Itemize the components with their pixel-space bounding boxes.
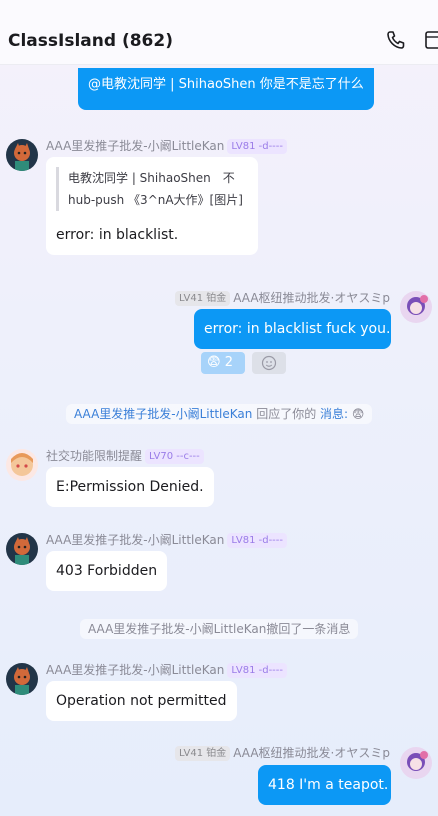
sender-name[interactable]: AAA里发推子批发-小阚LittleKan xyxy=(46,139,224,153)
message-text: error: in blacklist. xyxy=(56,227,179,243)
level-badge: LV81 -d---- xyxy=(227,139,287,154)
avatar[interactable] xyxy=(6,663,38,695)
avatar[interactable] xyxy=(6,449,38,481)
reaction-count: 2 xyxy=(224,355,233,370)
message-bubble[interactable]: 电教沈同学 | ShihaoShen 不 hub-push 《3^nA大作》[图… xyxy=(46,157,258,255)
avatar[interactable] xyxy=(6,533,38,565)
message-bubble[interactable]: Operation not permitted xyxy=(46,681,237,721)
sender-name[interactable]: AAA枢纽推动批发·オヤスミp xyxy=(233,746,390,760)
sender-line: 社交功能限制提醒 LV70 --c--- xyxy=(46,448,204,464)
add-reaction-button[interactable] xyxy=(252,352,286,374)
system-notice: AAA里发推子批发-小阚LittleKan撤回了一条消息 xyxy=(80,619,359,639)
avatar[interactable] xyxy=(6,139,38,171)
notice-target-link[interactable]: 消息: xyxy=(320,407,348,421)
sender-name[interactable]: AAA枢纽推动批发·オヤスミp xyxy=(233,291,390,305)
avatar[interactable] xyxy=(400,291,432,323)
more-icon[interactable] xyxy=(424,30,438,54)
fearful-face-icon: 😨 xyxy=(207,355,221,370)
phone-icon[interactable] xyxy=(386,30,406,54)
quote-line: hub-push 《3^nA大作》[图片] xyxy=(68,193,243,207)
add-emoji-icon xyxy=(261,355,277,379)
level-badge: LV81 -d---- xyxy=(227,663,287,678)
own-message-bubble[interactable]: error: in blacklist fuck you. xyxy=(194,309,391,349)
avatar[interactable] xyxy=(400,747,432,779)
system-notice: AAA里发推子批发-小阚LittleKan 回应了你的 消息: 😨 xyxy=(66,404,373,424)
chat-title: ClassIsland (862) xyxy=(8,31,173,51)
notice-actor-link[interactable]: AAA里发推子批发-小阚LittleKan xyxy=(74,407,252,421)
level-badge: LV41 铂金 xyxy=(175,291,231,306)
sender-line: AAA里发推子批发-小阚LittleKan LV81 -d---- xyxy=(46,662,287,678)
sender-name[interactable]: AAA里发推子批发-小阚LittleKan xyxy=(46,663,224,677)
own-message-bubble[interactable]: @电教沈同学 | ShihaoShen 你是不是忘了什么 xyxy=(78,68,374,110)
reaction-chip[interactable]: 😨 2 xyxy=(201,352,245,374)
sender-line: LV41 铂金 AAA枢纽推动批发·オヤスミp xyxy=(175,290,390,306)
message-bubble[interactable]: 403 Forbidden xyxy=(46,551,168,591)
level-badge: LV41 铂金 xyxy=(175,746,231,761)
level-badge: LV70 --c--- xyxy=(145,449,204,464)
sender-line: AAA里发推子批发-小阚LittleKan LV81 -d---- xyxy=(46,138,287,154)
sender-name[interactable]: AAA里发推子批发-小阚LittleKan xyxy=(46,533,224,547)
own-message-bubble[interactable]: 418 I'm a teapot. xyxy=(258,765,391,805)
sender-name[interactable]: 社交功能限制提醒 xyxy=(46,449,142,463)
sender-line: LV41 铂金 AAA枢纽推动批发·オヤスミp xyxy=(175,745,390,761)
quote-block[interactable]: 电教沈同学 | ShihaoShen 不 hub-push 《3^nA大作》[图… xyxy=(56,167,248,211)
quote-line: 电教沈同学 | ShihaoShen 不 xyxy=(68,171,235,185)
notice-text: 回应了你的 xyxy=(252,407,321,421)
chat-header: ClassIsland (862) xyxy=(0,0,438,65)
message-bubble[interactable]: E:Permission Denied. xyxy=(46,467,214,507)
level-badge: LV81 -d---- xyxy=(227,533,287,548)
sender-line: AAA里发推子批发-小阚LittleKan LV81 -d---- xyxy=(46,532,287,548)
fearful-face-icon: 😨 xyxy=(351,407,365,421)
